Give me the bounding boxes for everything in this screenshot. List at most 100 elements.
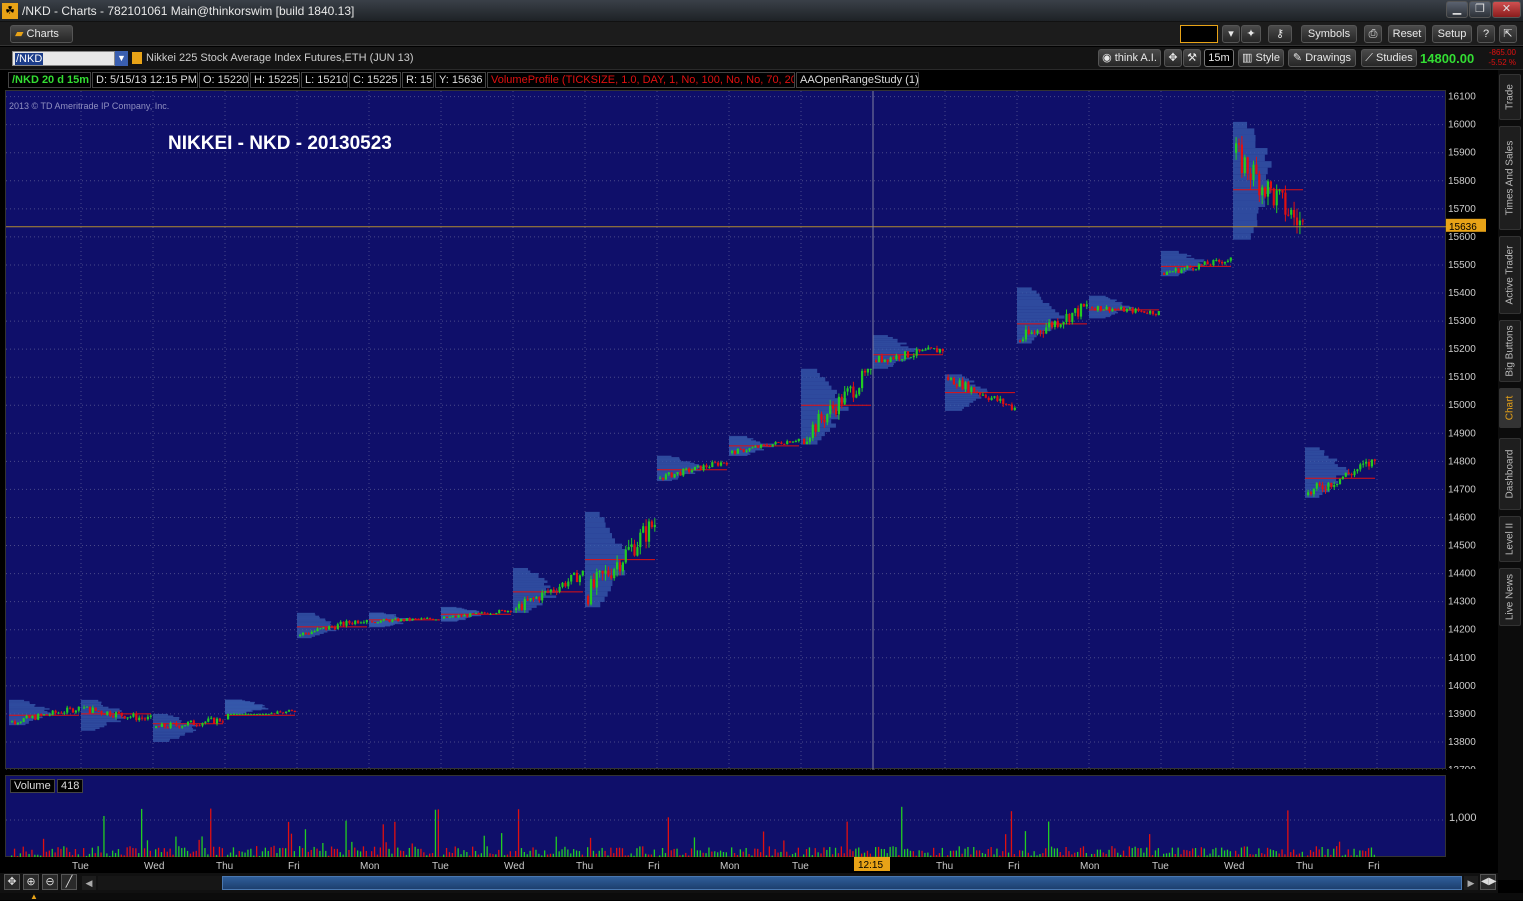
- profile-bar: [873, 336, 893, 339]
- drawings-button[interactable]: ✎ Drawings: [1288, 49, 1356, 67]
- think-ai-button[interactable]: ◉ think A.I.: [1098, 49, 1161, 67]
- candle-body: [336, 624, 339, 630]
- candle-body: [135, 713, 138, 721]
- scroll-right-icon[interactable]: ▶: [1464, 876, 1478, 890]
- scrollbar-track-left[interactable]: [98, 876, 222, 890]
- candle-body: [322, 627, 325, 629]
- candle-body: [1091, 307, 1094, 309]
- close-button[interactable]: ✕: [1492, 1, 1521, 18]
- volume-bar: [146, 840, 149, 858]
- symbols-button[interactable]: Symbols: [1301, 25, 1357, 43]
- sidebar-tab-active-trader[interactable]: Active Trader: [1499, 236, 1521, 314]
- volume-bar: [1149, 834, 1151, 858]
- volume-panel[interactable]: Volume 418: [5, 775, 1447, 858]
- candle-body: [420, 618, 423, 620]
- candle-body: [754, 446, 757, 448]
- candle-body: [1065, 313, 1068, 323]
- candle-body: [397, 618, 400, 622]
- studies-icon: ⟋: [1365, 52, 1373, 64]
- zoom-in-icon[interactable]: ⊕: [23, 874, 39, 890]
- symbol-input[interactable]: /NKD: [12, 51, 115, 66]
- setup-button[interactable]: Setup: [1432, 25, 1472, 43]
- profile-bar: [9, 708, 50, 710]
- candle-body: [218, 718, 221, 722]
- volume-bar: [103, 815, 105, 858]
- sidebar-tab-level-ii[interactable]: Level II: [1499, 516, 1521, 562]
- help-icon[interactable]: ?: [1477, 25, 1495, 43]
- wrench-icon[interactable]: ⚒: [1183, 49, 1201, 67]
- candle-body: [817, 413, 820, 432]
- aggregation-button[interactable]: 15m: [1204, 49, 1234, 67]
- candle-body: [564, 582, 567, 587]
- price-chart-canvas[interactable]: 2013 © TD Ameritrade IP Company, Inc. NI…: [6, 91, 1447, 771]
- candle-body: [990, 397, 993, 400]
- symbol-dropdown-icon[interactable]: ▼: [115, 51, 128, 66]
- account-icon[interactable]: ▾: [1222, 25, 1240, 43]
- volume-profile-study[interactable]: VolumeProfile (TICKSIZE, 1.0, DAY, 1, No…: [487, 72, 795, 88]
- candle-body: [1021, 339, 1025, 342]
- candle-body: [264, 713, 267, 715]
- sidebar-tab-dashboard[interactable]: Dashboard: [1499, 438, 1521, 510]
- sidebar-tab-times-and-sales[interactable]: Times And Sales: [1499, 126, 1521, 230]
- candle-body: [1359, 464, 1362, 470]
- draw-line-icon[interactable]: ╱: [61, 874, 77, 890]
- key-icon[interactable]: ⚷: [1268, 25, 1292, 43]
- candle-body: [745, 450, 748, 452]
- expand-icon[interactable]: ◀▶: [1480, 874, 1496, 890]
- zoom-out-icon[interactable]: ⊖: [42, 874, 58, 890]
- scrollbar-thumb[interactable]: [222, 876, 1462, 890]
- sidebar-tab-trade[interactable]: Trade: [1499, 74, 1521, 120]
- open-range-study[interactable]: AAOpenRangeStudy (1): [796, 72, 919, 88]
- pan-icon[interactable]: ✥: [4, 874, 20, 890]
- print-icon[interactable]: ⎙: [1364, 25, 1382, 43]
- candle-body: [184, 725, 187, 727]
- candle-body: [57, 712, 60, 714]
- profile-bar: [9, 704, 36, 706]
- candle-body: [607, 570, 610, 576]
- candle-body: [1102, 309, 1105, 311]
- orders-indicator[interactable]: [1180, 25, 1218, 43]
- restore-button[interactable]: ❐: [1469, 1, 1491, 18]
- reset-button[interactable]: Reset: [1388, 25, 1426, 43]
- time-tick: Fri: [1368, 861, 1380, 872]
- candle-body: [434, 619, 437, 621]
- charts-tab[interactable]: ▰ Charts: [10, 25, 73, 43]
- candle-body: [725, 462, 728, 465]
- candle-body: [1290, 209, 1293, 215]
- profile-bar: [297, 619, 326, 622]
- candle-body: [509, 610, 512, 612]
- candle-body: [1180, 269, 1183, 273]
- candle-body: [1056, 321, 1059, 327]
- lightbulb-icon[interactable]: ✦: [1241, 25, 1261, 43]
- time-tick: Mon: [1080, 861, 1099, 872]
- candle-body: [411, 618, 414, 621]
- candle-body: [143, 718, 147, 720]
- profile-bar: [585, 580, 613, 587]
- price-axis[interactable]: 16100 16000 15900 15800 15700 15600 15500 15400…: [1446, 90, 1492, 776]
- candle-body: [814, 424, 817, 432]
- candle-body: [201, 723, 204, 726]
- sidebar-tab-chart[interactable]: Chart: [1499, 388, 1521, 428]
- crosshair-icon[interactable]: ✥: [1164, 49, 1182, 67]
- candle-body: [664, 474, 667, 480]
- sidebar-tab-big-buttons[interactable]: Big Buttons: [1499, 320, 1521, 382]
- candle-body: [1010, 404, 1013, 410]
- candle-body: [112, 715, 115, 718]
- candle-body: [1269, 181, 1272, 189]
- scroll-left-icon[interactable]: ◀: [82, 876, 96, 890]
- sidebar-tab-live-news[interactable]: Live News: [1499, 568, 1521, 626]
- style-button[interactable]: ▥ Style: [1238, 49, 1284, 67]
- time-axis[interactable]: Tue Wed Thu Fri Mon Tue Wed Thu Fri Mon Tue Wed Thu F…: [5, 857, 1446, 873]
- candle-body: [702, 465, 705, 471]
- candle-body: [172, 722, 175, 724]
- profile-bar: [945, 404, 970, 407]
- candle-body: [849, 386, 852, 389]
- candle-body: [247, 713, 250, 715]
- candle-body: [388, 620, 391, 622]
- price-chart[interactable]: 2013 © TD Ameritrade IP Company, Inc. NI…: [5, 90, 1447, 771]
- main-toolbar: ▰ Charts ▾ ✦ ⚷ Symbols ⎙ Reset Setup ? ⇱: [0, 22, 1523, 46]
- candle-body: [429, 617, 432, 619]
- detach-icon[interactable]: ⇱: [1499, 25, 1517, 43]
- studies-button[interactable]: ⟋ Studies: [1361, 49, 1417, 67]
- minimize-button[interactable]: ▁: [1446, 1, 1468, 18]
